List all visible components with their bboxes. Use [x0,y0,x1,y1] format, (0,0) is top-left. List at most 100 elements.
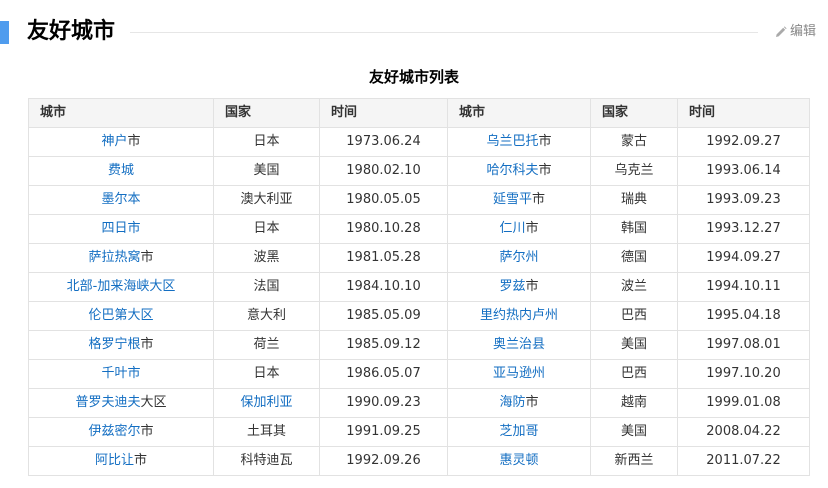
city-cell-r: 乌兰巴托市 [447,127,591,157]
city-cell-l: 墨尔本 [28,185,214,215]
city-suffix: 大区 [140,395,167,410]
city-link[interactable]: 奥兰治县 [493,337,545,352]
city-link[interactable]: 仁川 [499,221,525,236]
country-cell-l: 法国 [213,272,320,302]
city-cell-l: 千叶市 [28,359,214,389]
city-link[interactable]: 神户 [101,134,127,149]
city-cell-l: 北部-加来海峡大区 [28,272,214,302]
date-cell-l: 1986.05.07 [319,359,448,389]
city-cell-l: 四日市 [28,214,214,244]
country-text: 新西兰 [614,453,654,468]
date-cell-l: 1991.09.25 [319,417,448,447]
country-link[interactable]: 保加利亚 [240,395,292,410]
table-row: 萨拉热窝市 波黑 1981.05.28 萨尔州 德国 1994.09.27 [28,243,810,273]
table-row: 普罗夫迪夫大区 保加利亚 1990.09.23 海防市 越南 1999.01.08 [28,388,810,418]
date-cell-l: 1984.10.10 [319,272,448,302]
city-cell-l: 格罗宁根市 [28,330,214,360]
date-cell-l: 1990.09.23 [319,388,448,418]
city-link[interactable]: 费城 [108,163,134,178]
table-body: 神户市 日本 1973.06.24 乌兰巴托市 蒙古 1992.09.27 费城 美国 1980… [28,127,810,476]
header-date-right: 时间 [677,98,810,128]
header-city-right: 城市 [447,98,591,128]
country-cell-r: 韩国 [590,214,678,244]
section-title: 友好城市 [27,19,116,44]
country-cell-l: 科特迪瓦 [213,446,320,476]
country-cell-l: 波黑 [213,243,320,273]
country-cell-l: 土耳其 [213,417,320,447]
city-cell-l: 神户市 [28,127,214,157]
city-link[interactable]: 伦巴第大区 [88,308,153,323]
date-cell-r: 1999.01.08 [677,388,810,418]
country-text: 日本 [253,134,280,149]
table-row: 北部-加来海峡大区 法国 1984.10.10 罗兹市 波兰 1994.10.11 [28,272,810,302]
city-link[interactable]: 萨拉热窝 [88,250,140,265]
city-link[interactable]: 哈尔科夫 [486,163,538,178]
city-link[interactable]: 延雪平 [493,192,532,207]
country-cell-r: 越南 [590,388,678,418]
date-cell-l: 1980.02.10 [319,156,448,186]
city-link[interactable]: 海防 [499,395,525,410]
city-link[interactable]: 伊兹密尔 [88,424,140,439]
city-link[interactable]: 格罗宁根 [88,337,140,352]
city-cell-r: 延雪平市 [447,185,591,215]
city-cell-r: 奥兰治县 [447,330,591,360]
country-cell-r: 巴西 [590,301,678,331]
city-cell-r: 海防市 [447,388,591,418]
table-row: 千叶市 日本 1986.05.07 亚马逊州 巴西 1997.10.20 [28,359,810,389]
city-cell-l: 萨拉热窝市 [28,243,214,273]
country-cell-r: 美国 [590,417,678,447]
date-cell-r: 1994.10.11 [677,272,810,302]
city-cell-r: 萨尔州 [447,243,591,273]
friendly-cities-table: 城市 国家 时间 城市 国家 时间 神户市 日本 1973.06.24 乌兰巴托市 蒙古… [28,98,810,476]
city-link[interactable]: 芝加哥 [499,424,538,439]
country-text: 韩国 [620,221,647,236]
city-cell-l: 费城 [28,156,214,186]
table-caption: 友好城市列表 [368,68,459,86]
date-cell-r: 1997.08.01 [677,330,810,360]
country-cell-l: 意大利 [213,301,320,331]
city-cell-r: 芝加哥 [447,417,591,447]
city-suffix: 市 [538,134,552,149]
city-cell-r: 哈尔科夫市 [447,156,591,186]
city-suffix: 市 [525,395,539,410]
date-cell-r: 1995.04.18 [677,301,810,331]
city-cell-r: 里约热内卢州 [447,301,591,331]
country-cell-l: 澳大利亚 [213,185,320,215]
country-cell-l: 日本 [213,214,320,244]
date-cell-l: 1980.10.28 [319,214,448,244]
date-cell-r: 2008.04.22 [677,417,810,447]
city-link[interactable]: 阿比让 [95,453,134,468]
edit-label: 编辑 [789,24,816,39]
country-cell-r: 瑞典 [590,185,678,215]
country-text: 美国 [620,424,647,439]
city-link[interactable]: 里约热内卢州 [480,308,558,323]
city-link[interactable]: 乌兰巴托 [486,134,538,149]
edit-button[interactable]: 编辑 [775,23,816,41]
section-accent-bar [0,21,9,44]
city-suffix: 市 [140,250,154,265]
country-cell-l[interactable]: 保加利亚 [213,388,320,418]
city-link[interactable]: 墨尔本 [101,192,140,207]
city-link[interactable]: 萨尔州 [499,250,538,265]
city-cell-r: 亚马逊州 [447,359,591,389]
table-row: 四日市 日本 1980.10.28 仁川市 韩国 1993.12.27 [28,214,810,244]
city-link[interactable]: 罗兹 [499,279,525,294]
date-cell-r: 1997.10.20 [677,359,810,389]
city-suffix: 市 [538,163,552,178]
header-divider [130,32,758,33]
city-cell-l: 普罗夫迪夫大区 [28,388,214,418]
date-cell-r: 1994.09.27 [677,243,810,273]
date-cell-r: 1993.12.27 [677,214,810,244]
city-link[interactable]: 普罗夫迪夫 [75,395,140,410]
city-link[interactable]: 千叶市 [101,366,140,381]
city-link[interactable]: 惠灵顿 [499,453,538,468]
city-link[interactable]: 北部-加来海峡大区 [67,279,176,294]
city-cell-l: 伊兹密尔市 [28,417,214,447]
country-cell-r: 蒙古 [590,127,678,157]
country-text: 日本 [253,221,280,236]
header-city-left: 城市 [28,98,214,128]
city-link[interactable]: 亚马逊州 [493,366,545,381]
city-cell-l: 伦巴第大区 [28,301,214,331]
city-link[interactable]: 四日市 [101,221,140,236]
country-cell-l: 荷兰 [213,330,320,360]
